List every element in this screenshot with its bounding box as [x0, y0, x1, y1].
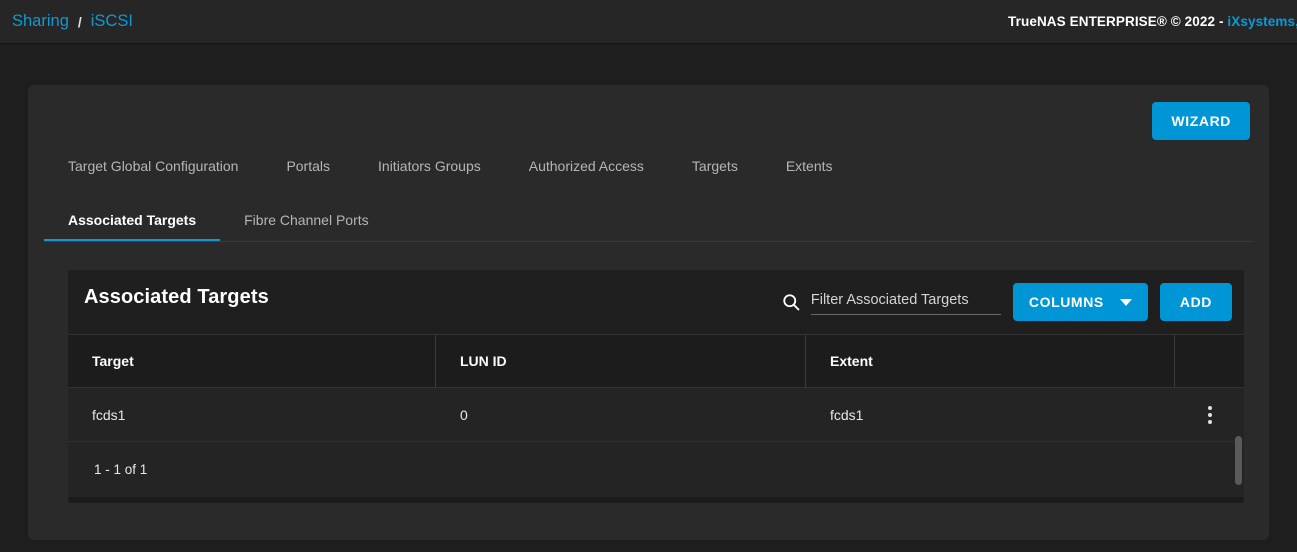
search-icon[interactable] — [781, 292, 801, 312]
card-toolbar: COLUMNS ADD — [781, 283, 1232, 321]
column-header-target[interactable]: Target — [68, 335, 436, 387]
tab-fibre-channel-ports-label: Fibre Channel Ports — [244, 212, 369, 228]
table-scrollbar-track[interactable] — [1233, 436, 1244, 491]
vendor-link[interactable]: iXsystems, In — [1227, 14, 1297, 29]
column-header-actions — [1175, 335, 1244, 387]
paginator-range-label: 1 - 1 of 1 — [94, 462, 148, 477]
tab-bar-divider — [44, 241, 1253, 242]
tab-initiators-groups[interactable]: Initiators Groups — [354, 158, 505, 174]
associated-targets-card: Associated Targets COLUMNS ADD Target — [68, 270, 1244, 503]
search-container — [781, 289, 1001, 315]
tab-target-global-configuration[interactable]: Target Global Configuration — [44, 158, 262, 174]
kebab-dot-3 — [1207, 419, 1212, 424]
copyright-notice: TrueNAS ENTERPRISE® © 2022 - iXsystems, … — [1008, 14, 1297, 29]
tab-associated-targets-label: Associated Targets — [68, 212, 197, 228]
table-paginator: 1 - 1 of 1 — [68, 436, 1244, 497]
top-bar: Sharing / iSCSI TrueNAS ENTERPRISE® © 20… — [0, 0, 1297, 44]
breadcrumb: Sharing / iSCSI — [12, 12, 133, 31]
tab-extents[interactable]: Extents — [762, 158, 857, 174]
column-header-lun-id[interactable]: LUN ID — [436, 335, 806, 387]
primary-tab-bar: Target Global Configuration Portals Init… — [44, 149, 857, 183]
table-row[interactable]: fcds1 0 fcds1 — [68, 388, 1244, 442]
wizard-button[interactable]: WIZARD — [1152, 102, 1250, 140]
kebab-menu-icon[interactable] — [1204, 402, 1216, 428]
card-header: Associated Targets COLUMNS ADD — [68, 270, 1244, 334]
breadcrumb-link-sharing[interactable]: Sharing — [12, 12, 69, 31]
breadcrumb-separator: / — [77, 13, 82, 30]
search-input[interactable] — [810, 289, 1001, 315]
tab-portals[interactable]: Portals — [262, 158, 354, 174]
secondary-tab-bar: Associated Targets Fibre Channel Ports — [44, 198, 393, 242]
cell-extent: fcds1 — [830, 406, 864, 423]
copyright-text: TrueNAS ENTERPRISE® © 2022 - — [1008, 14, 1228, 29]
column-header-extent[interactable]: Extent — [806, 335, 1175, 387]
table-scrollbar-thumb[interactable] — [1235, 436, 1242, 485]
columns-button-label: COLUMNS — [1028, 294, 1104, 310]
tab-associated-targets[interactable]: Associated Targets — [44, 212, 221, 242]
kebab-dot-1 — [1207, 405, 1212, 410]
table-header-row: Target LUN ID Extent — [68, 334, 1244, 388]
cell-actions — [1175, 388, 1244, 441]
cell-lun-id: 0 — [460, 406, 468, 423]
card-title: Associated Targets — [84, 286, 269, 308]
chevron-down-icon — [1119, 298, 1132, 306]
iscsi-page-card: WIZARD Target Global Configuration Porta… — [28, 85, 1269, 540]
kebab-dot-2 — [1207, 412, 1212, 417]
add-button[interactable]: ADD — [1159, 283, 1232, 321]
tab-authorized-access[interactable]: Authorized Access — [505, 158, 668, 174]
tab-fibre-channel-ports[interactable]: Fibre Channel Ports — [220, 212, 393, 242]
breadcrumb-link-iscsi[interactable]: iSCSI — [91, 12, 133, 31]
cell-target: fcds1 — [92, 406, 126, 423]
tab-targets[interactable]: Targets — [668, 158, 762, 174]
columns-button[interactable]: COLUMNS — [1012, 283, 1148, 321]
